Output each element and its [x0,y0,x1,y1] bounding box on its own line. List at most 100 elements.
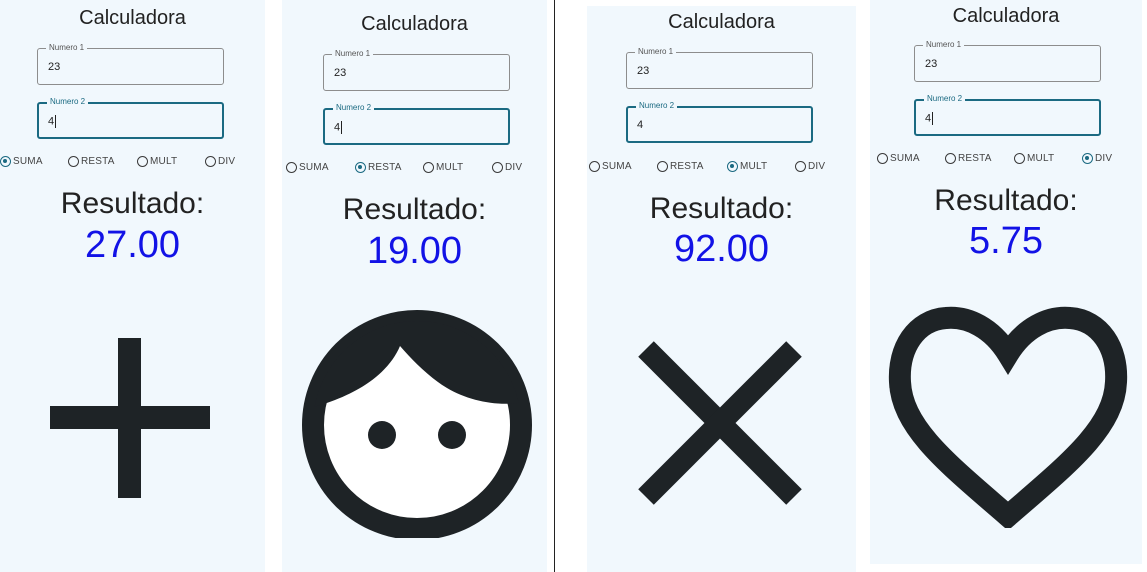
numero1-value: 23 [925,58,938,70]
numero1-label: Numero 1 [923,40,965,50]
radio-mult[interactable]: MULT [727,161,767,172]
radio-label-div: DIV [808,161,826,172]
radio-suma[interactable]: SUMA [286,162,329,173]
text-caret [932,112,934,125]
radio-div[interactable]: DIV [205,156,235,167]
radio-label-suma: SUMA [602,161,632,172]
numero1-label: Numero 1 [635,47,677,57]
calculator-screen-mult: Calculadora Numero 1 23 Numero 2 4 SUMA … [587,6,856,572]
radio-resta[interactable]: RESTA [945,153,992,164]
operation-radio-group: SUMA RESTA MULT DIV [877,153,1142,169]
numero2-field[interactable]: Numero 2 4 [37,97,224,139]
radio-label-suma: SUMA [299,162,329,173]
app-title: Calculadora [952,5,1060,27]
numero2-field[interactable]: Numero 2 4 [323,103,510,145]
app-title: Calculadora [361,13,468,35]
numero2-value-wrap: 4 [48,115,57,128]
radio-dot [1082,153,1093,164]
radio-dot [423,162,434,173]
numero2-field[interactable]: Numero 2 4 [626,101,813,143]
numero1-field[interactable]: Numero 1 23 [914,40,1101,82]
radio-dot [137,156,148,167]
result-label: Resultado: [649,192,794,225]
result-label: Resultado: [60,187,205,220]
operation-radio-group: SUMA RESTA MULT DIV [589,161,856,177]
radio-label-suma: SUMA [890,153,920,164]
operation-radio-group: SUMA RESTA MULT DIV [286,162,547,178]
radio-label-suma: SUMA [13,156,43,167]
radio-label-resta: RESTA [670,161,704,172]
radio-div[interactable]: DIV [795,161,825,172]
radio-dot [68,156,79,167]
radio-label-mult: MULT [436,162,464,173]
numero2-value: 4 [925,112,932,125]
radio-dot [727,161,738,172]
radio-dot [286,162,297,173]
radio-div[interactable]: DIV [1082,153,1112,164]
numero1-value: 23 [637,65,650,77]
result-value: 27.00 [84,224,181,266]
radio-dot [1014,153,1025,164]
radio-dot [795,161,806,172]
radio-label-resta: RESTA [368,162,402,173]
heart-icon [888,306,1128,528]
radio-label-mult: MULT [1027,153,1055,164]
radio-div[interactable]: DIV [492,162,522,173]
radio-label-resta: RESTA [958,153,992,164]
result-value: 5.75 [969,220,1043,262]
numero1-field[interactable]: Numero 1 23 [37,43,224,85]
numero1-value: 23 [48,61,61,73]
result-label: Resultado: [342,193,487,226]
radio-dot [0,156,11,167]
radio-dot [945,153,956,164]
numero2-value: 4 [637,119,644,131]
radio-label-mult: MULT [740,161,768,172]
numero2-value-wrap: 4 [334,121,343,134]
text-caret [341,121,343,134]
radio-label-mult: MULT [150,156,178,167]
numero2-label: Numero 2 [47,97,89,107]
radio-label-div: DIV [1095,153,1113,164]
radio-dot [877,153,888,164]
calculator-screen-resta: Calculadora Numero 1 23 Numero 2 4 SUMA … [282,0,547,572]
radio-mult[interactable]: MULT [1014,153,1054,164]
numero1-label: Numero 1 [332,49,374,59]
numero1-value: 23 [334,67,347,79]
app-title: Calculadora [668,11,775,33]
operation-radio-group: SUMA RESTA MULT DIV [0,156,265,172]
result-label: Resultado: [934,184,1078,217]
close-icon [638,341,802,505]
calculator-screen-div: Calculadora Numero 1 23 Numero 2 4 SUMA … [870,0,1142,564]
numero2-label: Numero 2 [924,94,966,104]
face-icon [302,310,532,538]
result-value: 92.00 [673,228,770,270]
text-caret [55,115,57,128]
numero2-value-wrap: 4 [925,112,934,125]
radio-dot [492,162,503,173]
app-title: Calculadora [79,7,186,29]
radio-dot [355,162,366,173]
numero2-value: 4 [48,115,55,128]
radio-suma[interactable]: SUMA [877,153,920,164]
radio-resta[interactable]: RESTA [355,162,402,173]
numero1-field[interactable]: Numero 1 23 [626,47,813,89]
numero1-label: Numero 1 [46,43,88,53]
radio-suma[interactable]: SUMA [589,161,632,172]
radio-label-div: DIV [505,162,523,173]
numero1-field[interactable]: Numero 1 23 [323,49,510,91]
numero2-value: 4 [334,121,341,134]
numero2-label: Numero 2 [636,101,678,111]
calculator-screen-suma: Calculadora Numero 1 23 Numero 2 4 SUMA … [0,0,265,572]
radio-resta[interactable]: RESTA [68,156,115,167]
numero2-label: Numero 2 [333,103,375,113]
radio-mult[interactable]: MULT [137,156,177,167]
numero2-field[interactable]: Numero 2 4 [914,94,1101,136]
radio-resta[interactable]: RESTA [657,161,704,172]
radio-mult[interactable]: MULT [423,162,463,173]
screenshot-divider [554,0,555,572]
plus-icon [50,338,210,498]
radio-label-resta: RESTA [81,156,115,167]
radio-suma[interactable]: SUMA [0,156,43,167]
result-value: 19.00 [366,230,463,272]
radio-dot [205,156,216,167]
